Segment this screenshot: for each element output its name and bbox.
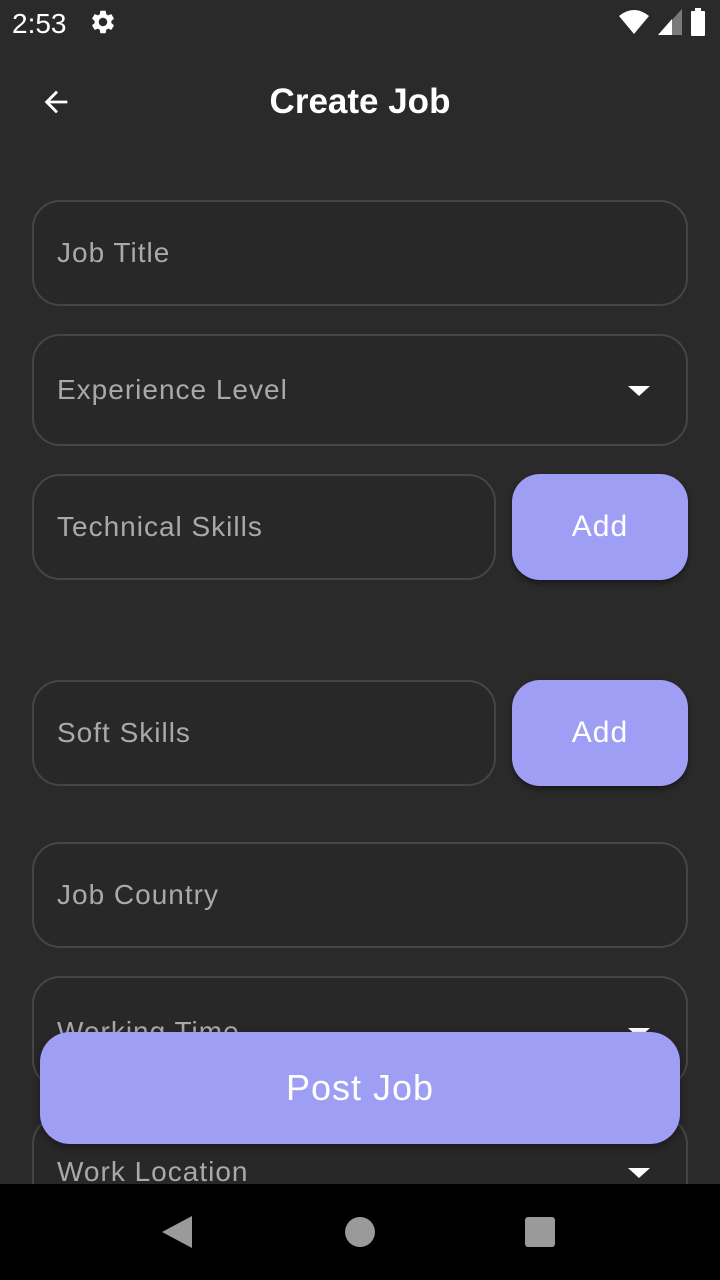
technical-skills-input[interactable]: Technical Skills <box>32 474 496 580</box>
soft-skills-input[interactable]: Soft Skills <box>32 680 496 786</box>
soft-skills-placeholder: Soft Skills <box>57 717 191 748</box>
app-bar: Create Job <box>0 56 720 152</box>
work-location-placeholder: Work Location <box>57 1156 249 1184</box>
post-job-button[interactable]: Post Job <box>40 1032 680 1144</box>
add-technical-skill-button[interactable]: Add <box>512 474 688 580</box>
job-country-input[interactable]: Job Country <box>32 842 688 948</box>
status-right <box>618 7 706 41</box>
nav-recents-icon[interactable] <box>525 1217 555 1247</box>
nav-home-icon[interactable] <box>345 1217 375 1247</box>
page-title: Create Job <box>269 82 451 121</box>
job-country-placeholder: Job Country <box>57 879 219 910</box>
dropdown-caret-icon <box>628 1168 650 1178</box>
gear-icon <box>89 8 117 41</box>
experience-level-placeholder: Experience Level <box>57 374 288 405</box>
experience-level-dropdown[interactable]: Experience Level <box>32 334 688 446</box>
cellular-signal-icon <box>658 8 682 40</box>
job-title-placeholder: Job Title <box>57 237 171 268</box>
battery-icon <box>690 7 706 41</box>
status-left: 2:53 <box>12 8 117 41</box>
add-soft-skill-button[interactable]: Add <box>512 680 688 786</box>
system-nav-bar <box>0 1184 720 1280</box>
nav-back-icon[interactable] <box>160 1214 194 1255</box>
status-bar: 2:53 <box>0 0 720 48</box>
job-title-input[interactable]: Job Title <box>32 200 688 306</box>
technical-skills-placeholder: Technical Skills <box>57 511 263 542</box>
status-time: 2:53 <box>12 8 67 39</box>
dropdown-caret-icon <box>628 386 650 396</box>
create-job-form: Job Title Experience Level Technical Ski… <box>0 152 720 1184</box>
wifi-icon <box>618 8 650 41</box>
